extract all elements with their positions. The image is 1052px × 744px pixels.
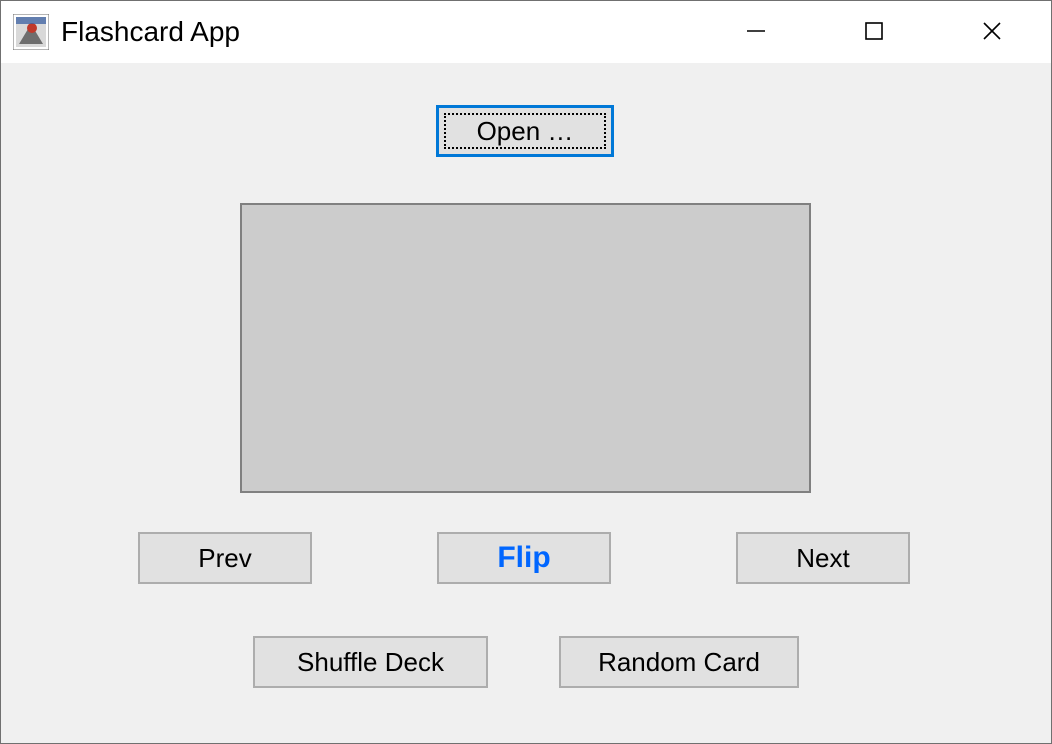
maximize-button[interactable] [815, 1, 933, 61]
prev-button-label: Prev [198, 543, 251, 574]
maximize-icon [863, 20, 885, 42]
close-icon [980, 19, 1004, 43]
flashcard-display [240, 203, 811, 493]
prev-button[interactable]: Prev [138, 532, 312, 584]
random-card-button[interactable]: Random Card [559, 636, 799, 688]
shuffle-deck-button-label: Shuffle Deck [297, 647, 444, 678]
shuffle-deck-button[interactable]: Shuffle Deck [253, 636, 488, 688]
app-icon [13, 14, 49, 50]
window-controls [697, 1, 1051, 63]
next-button[interactable]: Next [736, 532, 910, 584]
close-button[interactable] [933, 1, 1051, 61]
minimize-button[interactable] [697, 1, 815, 61]
minimize-icon [745, 20, 767, 42]
flip-button[interactable]: Flip [437, 532, 611, 584]
title-bar: Flashcard App [1, 1, 1051, 63]
flip-button-label: Flip [497, 541, 550, 575]
open-button[interactable]: Open … [436, 105, 614, 157]
app-title: Flashcard App [61, 16, 240, 48]
random-card-button-label: Random Card [598, 647, 760, 678]
client-area: Open … Prev Flip Next Shuffle Deck Rando… [1, 63, 1051, 743]
app-window: Flashcard App Open … [0, 0, 1052, 744]
next-button-label: Next [796, 543, 849, 574]
open-button-label: Open … [477, 116, 574, 147]
